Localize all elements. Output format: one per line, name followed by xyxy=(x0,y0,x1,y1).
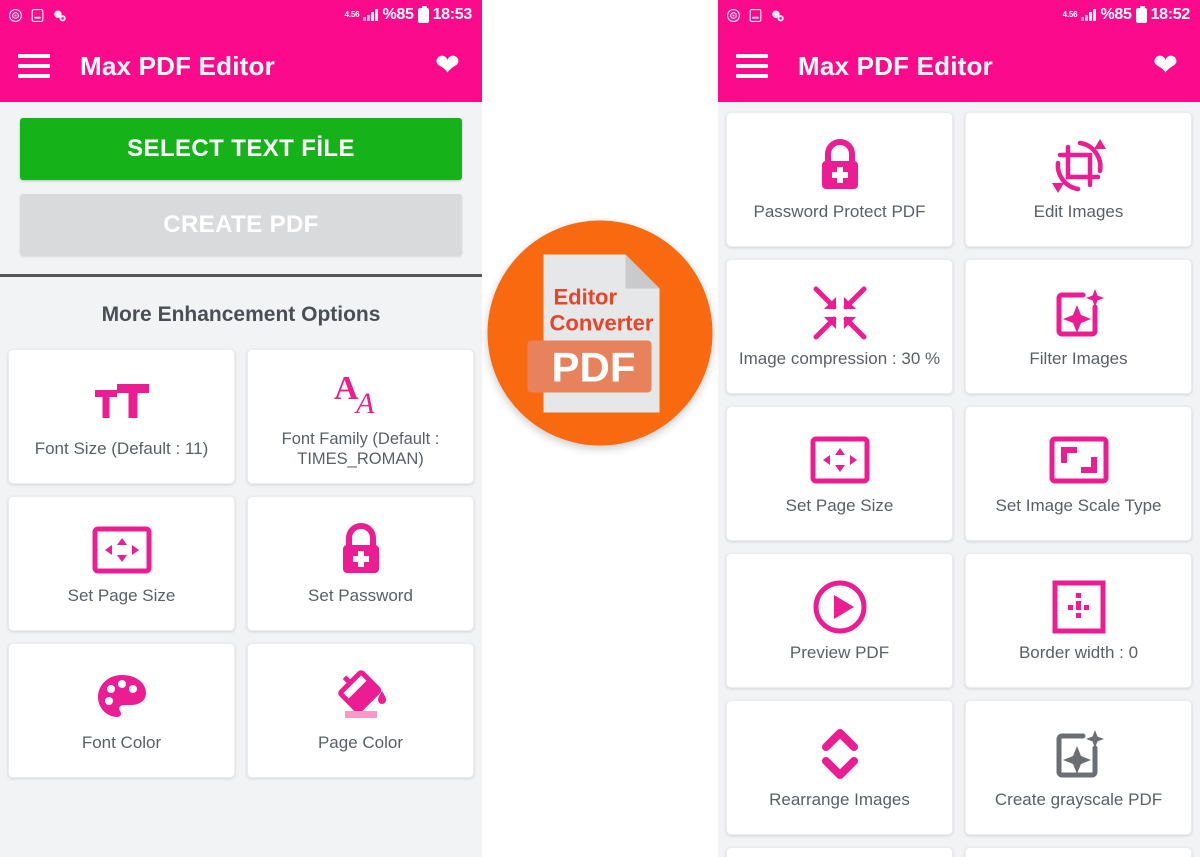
status-notification-icons xyxy=(8,8,67,23)
status-notification-icons xyxy=(726,8,785,23)
status-bar: 4.56 %85 18:52 xyxy=(718,0,1200,30)
page-size-icon xyxy=(92,520,152,580)
sd-card-icon xyxy=(749,8,762,22)
card-set-page-size[interactable]: Set Page Size xyxy=(726,406,953,541)
svg-text:A: A xyxy=(354,387,375,419)
page-title: Max PDF Editor xyxy=(798,50,993,81)
card-set-password[interactable]: Set Password xyxy=(247,496,474,631)
sync-cloud-icon xyxy=(772,10,784,21)
target-icon xyxy=(9,8,22,22)
card-set-image-scale-type[interactable]: Set Image Scale Type xyxy=(965,406,1192,541)
card-label: Image compression : 30 % xyxy=(738,349,941,369)
network-type-label: 4.56 xyxy=(344,10,360,19)
card-font-color[interactable]: Font Color xyxy=(8,643,235,778)
card-partial-next-row-left[interactable] xyxy=(726,847,953,857)
page-title: Max PDF Editor xyxy=(80,50,275,81)
more-enhancement-options-title: More Enhancement Options xyxy=(0,277,482,349)
card-set-page-size[interactable]: Set Page Size xyxy=(8,496,235,631)
border-width-icon xyxy=(1052,577,1106,637)
sd-card-icon xyxy=(31,8,44,22)
battery-icon xyxy=(417,5,429,23)
heart-icon[interactable]: ❤ xyxy=(1153,51,1178,81)
app-bar: Max PDF Editor ❤ xyxy=(718,30,1200,102)
card-label: Set Image Scale Type xyxy=(995,496,1162,516)
scale-type-icon xyxy=(1049,430,1109,490)
app-logo: Editor Converter PDF xyxy=(487,220,713,446)
card-label: Filter Images xyxy=(1029,349,1128,369)
card-label: Font Color xyxy=(81,733,162,753)
card-edit-images[interactable]: Edit Images xyxy=(965,112,1192,247)
select-text-file-button[interactable]: SELECT TEXT FİLE xyxy=(20,118,462,180)
logo-line1: Editor xyxy=(553,284,617,309)
create-pdf-button[interactable]: CREATE PDF xyxy=(20,194,462,256)
screenshot-stage: 4.56 %85 18:53 Max PDF Editor ❤ SELECT T… xyxy=(0,0,1200,857)
card-font-size[interactable]: Font Size (Default : 11) xyxy=(8,349,235,484)
battery-icon xyxy=(1135,5,1147,23)
card-label: Create grayscale PDF xyxy=(994,790,1163,810)
card-label: Password Protect PDF xyxy=(753,202,926,222)
section-divider xyxy=(0,274,482,277)
card-label: Page Color xyxy=(317,733,404,753)
card-label: Set Page Size xyxy=(785,496,894,516)
card-label: Rearrange Images xyxy=(769,790,910,810)
crop-rotate-icon xyxy=(1050,136,1108,196)
status-system-icons: 4.56 %85 18:53 xyxy=(344,5,473,24)
menu-icon[interactable] xyxy=(18,54,50,78)
paint-bucket-icon xyxy=(332,667,390,727)
heart-icon[interactable]: ❤ xyxy=(435,51,460,81)
card-password-protect-pdf[interactable]: Password Protect PDF xyxy=(726,112,953,247)
clock-label: 18:53 xyxy=(432,6,473,23)
logo-badge: PDF xyxy=(551,343,635,390)
target-icon xyxy=(727,8,740,22)
menu-icon[interactable] xyxy=(736,54,768,78)
logo-line2: Converter xyxy=(549,310,653,335)
signal-bars-icon xyxy=(363,9,379,21)
card-preview-pdf[interactable]: Preview PDF xyxy=(726,553,953,688)
battery-percent-label: %85 xyxy=(1100,6,1132,23)
app-bar: Max PDF Editor ❤ xyxy=(0,30,482,102)
lock-plus-icon xyxy=(335,520,387,580)
card-font-family[interactable]: A A Font Family (Default : TIMES_ROMAN) xyxy=(247,349,474,484)
left-options-grid: Font Size (Default : 11) A A Font Family… xyxy=(0,349,482,788)
lock-plus-icon xyxy=(814,136,866,196)
signal-bars-icon xyxy=(1081,9,1097,21)
palette-icon xyxy=(95,667,149,727)
status-system-icons: 4.56 %85 18:52 xyxy=(1062,5,1191,24)
primary-actions: SELECT TEXT FİLE CREATE PDF xyxy=(0,102,482,274)
card-page-color[interactable]: Page Color xyxy=(247,643,474,778)
up-down-chevrons-icon xyxy=(818,724,862,784)
right-phone-screenshot: 4.56 %85 18:52 Max PDF Editor ❤ Password… xyxy=(718,0,1200,857)
compress-arrows-icon xyxy=(812,283,868,343)
card-label: Preview PDF xyxy=(789,643,890,663)
card-label: Set Password xyxy=(308,586,413,606)
left-phone-screenshot: 4.56 %85 18:53 Max PDF Editor ❤ SELECT T… xyxy=(0,0,482,857)
card-border-width[interactable]: Border width : 0 xyxy=(965,553,1192,688)
card-label: Edit Images xyxy=(1033,202,1124,222)
card-rearrange-images[interactable]: Rearrange Images xyxy=(726,700,953,835)
card-label: Set Page Size xyxy=(67,586,176,606)
battery-percent-label: %85 xyxy=(382,6,414,23)
play-circle-icon xyxy=(812,577,868,637)
card-label: Border width : 0 xyxy=(1018,643,1139,663)
card-label: Font Size (Default : 11) xyxy=(34,439,209,459)
page-size-icon xyxy=(810,430,870,490)
app-logo-area: Editor Converter PDF xyxy=(482,0,718,857)
font-family-icon: A A xyxy=(332,364,390,424)
right-options-grid: Password Protect PDF Edit Images Image c… xyxy=(718,102,1200,857)
card-create-grayscale-pdf[interactable]: Create grayscale PDF xyxy=(965,700,1192,835)
clock-label: 18:52 xyxy=(1150,6,1191,23)
pdf-document-graphic: Editor Converter PDF xyxy=(527,254,659,412)
sync-cloud-icon xyxy=(54,10,66,21)
font-size-icon xyxy=(93,373,151,433)
card-filter-images[interactable]: Filter Images xyxy=(965,259,1192,394)
grayscale-sparkle-icon xyxy=(1051,724,1107,784)
card-image-compression[interactable]: Image compression : 30 % xyxy=(726,259,953,394)
card-label: Font Family (Default : TIMES_ROMAN) xyxy=(281,430,440,468)
filter-sparkle-icon xyxy=(1051,283,1107,343)
card-partial-next-row-right[interactable] xyxy=(965,847,1192,857)
status-bar: 4.56 %85 18:53 xyxy=(0,0,482,30)
network-type-label: 4.56 xyxy=(1062,10,1078,19)
